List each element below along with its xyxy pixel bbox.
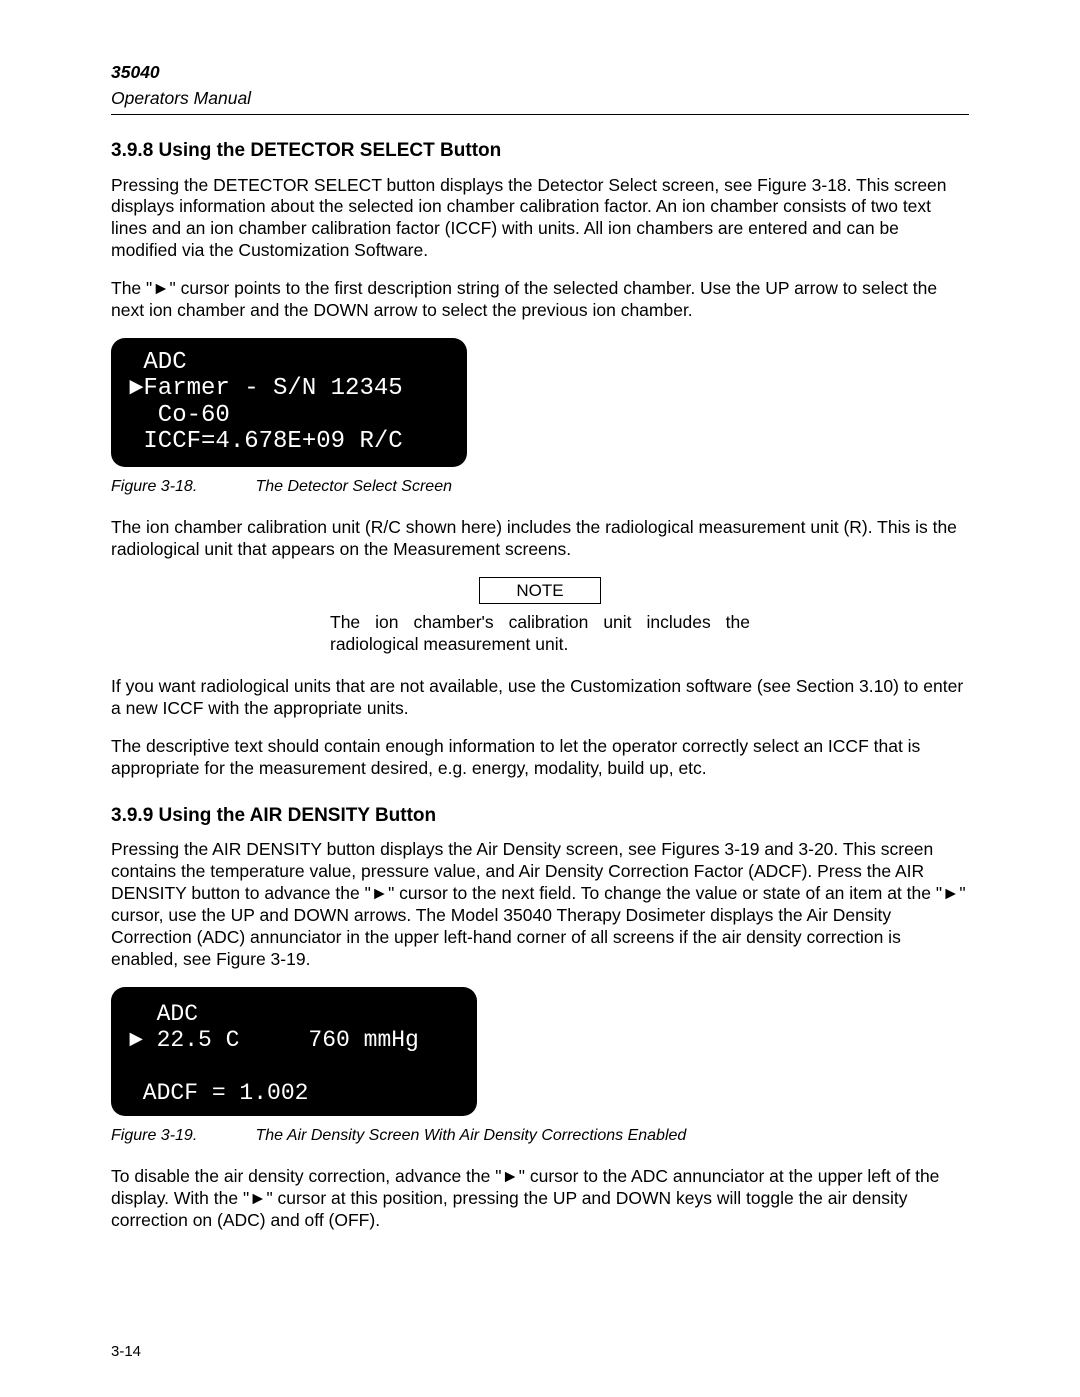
screen-line <box>129 1053 459 1079</box>
page-number: 3-14 <box>111 1343 141 1362</box>
manual-page: 35040 Operators Manual 3.9.8 Using the D… <box>0 0 1080 1397</box>
body-para: Pressing the AIR DENSITY button displays… <box>111 839 969 970</box>
screen-line: ►Farmer - S/N 12345 <box>129 376 449 402</box>
body-para: The descriptive text should contain enou… <box>111 736 969 780</box>
section-heading-398: 3.9.8 Using the DETECTOR SELECT Button <box>111 139 969 163</box>
air-density-screen: ADC ► 22.5 C 760 mmHg ADCF = 1.002 <box>111 987 477 1117</box>
body-para: Pressing the DETECTOR SELECT button disp… <box>111 175 969 263</box>
note-text: The ion chamber's calibration unit inclu… <box>330 612 750 656</box>
body-para: The "►" cursor points to the first descr… <box>111 278 969 322</box>
screen-line: Co-60 <box>129 403 449 429</box>
figure-caption-319: Figure 3-19. The Air Density Screen With… <box>111 1126 969 1146</box>
figure-title: The Air Density Screen With Air Density … <box>255 1127 686 1144</box>
screen-line: ► 22.5 C 760 mmHg <box>129 1027 459 1053</box>
running-head-subtitle: Operators Manual <box>111 88 969 110</box>
figure-label: Figure 3-19. <box>111 1126 251 1146</box>
body-para: The ion chamber calibration unit (R/C sh… <box>111 517 969 561</box>
body-para: If you want radiological units that are … <box>111 676 969 720</box>
body-para: To disable the air density correction, a… <box>111 1166 969 1232</box>
screen-line: ADC <box>129 350 449 376</box>
detector-select-screen: ADC ►Farmer - S/N 12345 Co-60 ICCF=4.678… <box>111 338 467 468</box>
figure-label: Figure 3-18. <box>111 477 251 497</box>
note-block: NOTE The ion chamber's calibration unit … <box>330 577 750 656</box>
screen-line: ADC <box>129 1001 459 1027</box>
screen-line: ICCF=4.678E+09 R/C <box>129 429 449 455</box>
section-heading-399: 3.9.9 Using the AIR DENSITY Button <box>111 804 969 828</box>
figure-title: The Detector Select Screen <box>255 478 452 495</box>
running-head-model: 35040 <box>111 62 969 84</box>
note-label: NOTE <box>479 577 601 604</box>
screen-line: ADCF = 1.002 <box>129 1080 459 1106</box>
header-rule <box>111 114 969 115</box>
figure-caption-318: Figure 3-18. The Detector Select Screen <box>111 477 969 497</box>
